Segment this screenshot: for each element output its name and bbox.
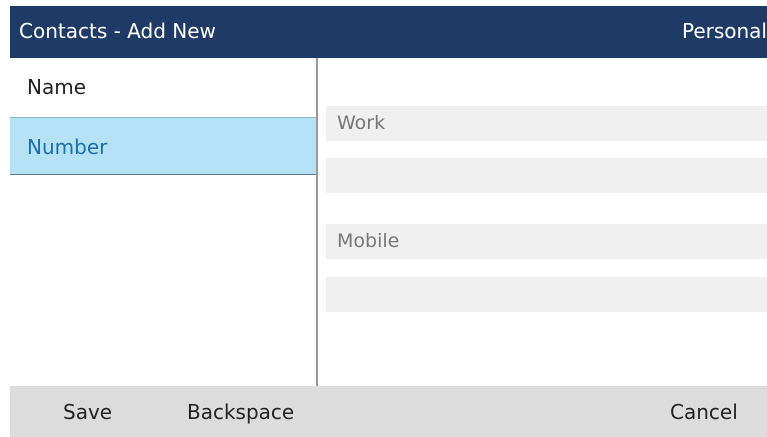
field-menu: Name Number [10, 58, 316, 386]
menu-item-number[interactable]: Number [10, 117, 316, 175]
menu-item-label: Number [27, 135, 108, 159]
screen-title: Contacts - Add New [19, 19, 216, 43]
contact-type-label[interactable]: Personal [682, 19, 767, 43]
backspace-button[interactable]: Backspace [187, 400, 294, 424]
pane-divider [316, 58, 318, 386]
work-label-row: Work [326, 106, 767, 141]
mobile-label-row: Mobile [326, 224, 767, 259]
menu-item-name[interactable]: Name [10, 58, 316, 116]
save-button[interactable]: Save [63, 400, 112, 424]
mobile-number-field[interactable] [326, 277, 767, 312]
contacts-add-screen: Contacts - Add New Personal Name Number … [0, 0, 767, 437]
cancel-button[interactable]: Cancel [670, 400, 738, 424]
work-number-field[interactable] [326, 158, 767, 193]
menu-item-label: Name [27, 75, 87, 99]
work-label: Work [337, 112, 386, 134]
mobile-label: Mobile [337, 230, 400, 252]
title-bar: Contacts - Add New Personal [10, 6, 767, 58]
softkey-bar: Save Backspace Cancel [10, 386, 767, 437]
